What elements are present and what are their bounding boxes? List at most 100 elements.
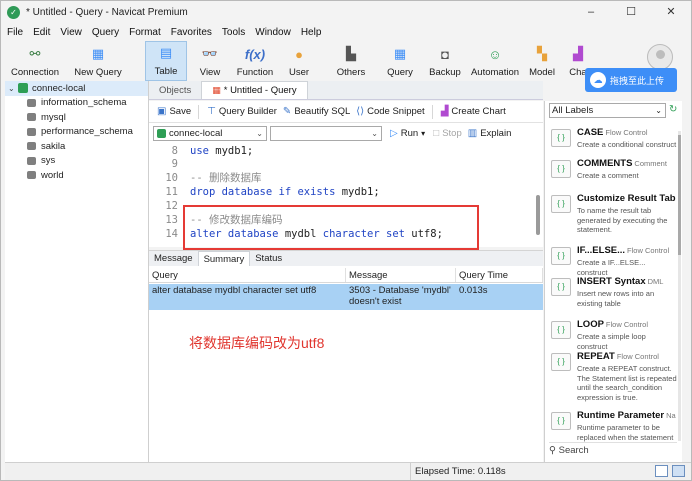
tree-database-label: world [41,169,64,181]
toolbar-divider [198,104,200,119]
stop-button[interactable]: □ Stop [433,128,462,139]
menu-favorites[interactable]: Favorites [165,27,216,38]
code-line[interactable]: 8 use mydb1; [149,145,254,158]
tab-query[interactable]: ▦ * Untitled - Query [201,81,308,99]
menu-tools[interactable]: Tools [216,27,249,38]
code-snippet-icon: { } [551,412,571,430]
query-builder-icon: ⊤ [207,106,216,117]
database-select[interactable]: ⌄ [270,125,382,141]
snippet-item[interactable]: { } Customize Result Tab N To name the res… [549,193,677,243]
create-chart-button[interactable]: ▟ Create Chart [441,106,506,117]
others-button-label: Others [336,67,366,78]
user-avatar[interactable] [647,44,673,70]
tab-objects[interactable]: Objects [149,81,201,99]
editor-scrollbar[interactable] [536,195,540,235]
cell-query: alter database mydbl character set utf8 [152,285,317,296]
minimize-button[interactable]: – [571,1,611,23]
close-button[interactable]: ✕ [651,1,691,23]
tab-status[interactable]: Status [250,251,287,266]
tree-connection[interactable]: ⌄ connec-local [5,81,148,96]
tree-database[interactable]: mysql [5,110,148,125]
connection-button[interactable]: ⚯ Connection [1,41,69,81]
table-icon: ▤ [159,45,173,60]
chevron-down-icon: ⌄ [256,128,263,138]
snippet-search[interactable]: ⚲ Search [549,442,677,458]
function-button[interactable]: f(x) Function [233,41,277,81]
snippet-item[interactable]: { } INSERT Syntax DML Insert new rows into … [549,276,677,318]
table-row[interactable]: alter database mydbl character set utf8 … [149,284,543,310]
snippet-item[interactable]: { } LOOP Flow Control Create a simple loop … [549,319,677,349]
tree-database-label: mysql [41,111,66,123]
snippet-item[interactable]: { } REPEAT Flow Control Create a REPEAT con… [549,351,677,409]
snippet-scrollbar[interactable] [678,131,681,441]
upload-badge-label: 拖拽至此上传 [610,75,665,86]
tree-database[interactable]: sys [5,154,148,169]
maximize-button[interactable]: ☐ [611,1,651,23]
snippet-name: REPEAT [577,351,615,362]
menu-window[interactable]: Window [249,27,295,38]
code-snippet-button[interactable]: ⟨⟩ Code Snippet [356,106,424,117]
chart-icon: ▟ [573,46,583,61]
snippet-title: INSERT Syntax DML [577,276,677,287]
menu-help[interactable]: Help [295,27,326,38]
user-button[interactable]: ● User [277,41,321,81]
explain-button[interactable]: ▥ Explain [468,128,512,139]
tree-database[interactable]: sakila [5,139,148,154]
menu-view[interactable]: View [54,27,86,38]
chevron-down-icon[interactable]: ⌄ [8,84,16,93]
others-button[interactable]: ▙ Others [325,41,377,81]
snippet-item[interactable]: { } IF...ELSE... Flow Control Create a IF..… [549,245,677,275]
cell-query-time: 0.013s [459,285,488,296]
form-view-icon[interactable] [672,465,685,477]
label-filter-select[interactable]: All Labels ⌄ [549,103,666,118]
menu-format[interactable]: Format [123,27,165,38]
database-icon [27,156,36,165]
code-line[interactable]: 11 drop database if exists mydb1; [149,186,379,199]
tree-database[interactable]: performance_schema [5,125,148,140]
refresh-icon[interactable]: ↻ [669,104,677,115]
code-snippet-icon: { } [551,129,571,147]
backup-button[interactable]: ◘ Backup [423,41,467,81]
layout-toggles [651,465,685,477]
column-header-query[interactable]: Query [149,268,346,282]
beautify-sql-button[interactable]: ✎ Beautify SQL [283,106,350,117]
tab-summary[interactable]: Summary [197,251,251,266]
view-button[interactable]: 👓 View [187,41,233,81]
model-button[interactable]: ▚ Model [523,41,561,81]
menu-edit[interactable]: Edit [27,27,54,38]
connection-select[interactable]: connec-local ⌄ [153,125,267,141]
save-button[interactable]: ▣ Save [157,106,191,117]
snippet-item[interactable]: { } Runtime Parameter Na Runtime parameter … [549,410,677,442]
table-button[interactable]: ▤ Table [145,41,187,81]
upload-badge[interactable]: ☁ 拖拽至此上传 [585,68,677,92]
grid-view-icon[interactable] [655,465,668,477]
code-snippet-icon: { } [551,247,571,265]
new-query-button[interactable]: ▦ New Query [69,41,127,81]
connection-button-label: Connection [10,67,60,78]
snippet-description: Create a REPEAT construct. The Statement… [577,364,677,402]
code-line[interactable]: 9 [149,158,190,171]
column-header-message[interactable]: Message [346,268,456,282]
tab-message[interactable]: Message [149,251,198,266]
snippet-item[interactable]: { } CASE Flow Control Create a conditional … [549,127,677,157]
code-line[interactable]: 10 -- 删除数据库 [149,172,261,185]
tree-database[interactable]: world [5,168,148,183]
results-grid: Query Message Query Time alter database … [149,266,543,462]
column-header-query-time[interactable]: Query Time [456,268,543,282]
menu-file[interactable]: File [1,27,27,38]
menu-query[interactable]: Query [86,27,123,38]
query-tab-icon: ▦ [212,85,221,95]
query-builder-label: Query Builder [218,106,277,117]
new-query-icon: ▦ [91,46,105,61]
highlight-box [183,205,479,250]
navigator-panel: ⌄ connec-local information_schema mysql … [5,81,149,462]
run-button[interactable]: ▷ Run ▾ [390,128,425,139]
backup-icon: ◘ [441,46,449,62]
tree-database[interactable]: information_schema [5,96,148,111]
query-button[interactable]: ▦ Query [377,41,423,81]
snippet-description: Runtime parameter to be replaced when th… [577,423,674,442]
snippet-item[interactable]: { } COMMENTS Comment Create a comment [549,158,677,192]
automation-button[interactable]: ☺ Automation [467,41,523,81]
sql-keyword: drop database if exists [190,186,336,198]
query-builder-button[interactable]: ⊤ Query Builder [207,106,277,117]
